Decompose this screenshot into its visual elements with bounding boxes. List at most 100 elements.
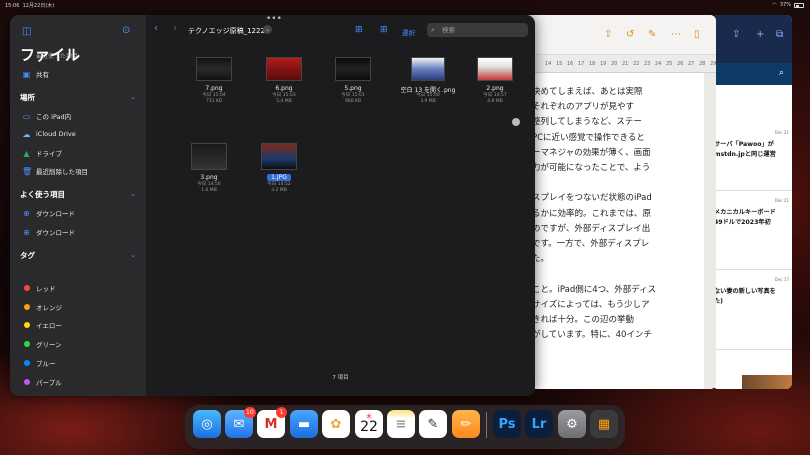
file-thumbnail[interactable] [477,57,513,81]
multitasking-handle-icon[interactable]: ••• [266,15,282,24]
share-icon[interactable]: ⇪ [732,29,740,40]
sidebar-item-tag[interactable]: ブルー [22,357,56,369]
file-name[interactable]: 5.png [318,85,388,92]
file-meta: 今日 15:00 3.9 MB [416,93,440,104]
document-icon[interactable]: ▯ [694,29,700,40]
folder-title[interactable]: テクノエッジ原稿_1222 [188,26,265,36]
editor-window[interactable]: ⇪ ↺ ✎ ⋯ ▯ 14 15 16 17 18 19 20 21 22 23 24 25 26 27 28… [520,15,716,389]
back-icon[interactable]: ‹ [154,23,158,34]
sidebar-item-label: レッド [36,285,56,293]
editor-toolbar: ⇪ ↺ ✎ ⋯ ▯ [520,15,716,55]
sidebar-item-trash[interactable]: 🗑 最近削除した項目 [22,165,88,177]
lightroom-icon[interactable]: Lr [525,410,553,438]
photos-icon[interactable]: ✿ [322,410,350,438]
chevron-down-icon[interactable]: ⌄ [130,93,136,101]
file-meta: 今日 14:56 1.6 MB [197,182,221,193]
app-title: ファイル [20,46,81,64]
sidebar-item-tag[interactable]: レッド [22,282,56,294]
sidebar-item-label: ドライブ [36,150,62,158]
app-library-icon[interactable]: ▦ [590,410,618,438]
ipad-icon: ▭ [22,111,31,121]
settings-icon[interactable]: ⚙ [558,410,586,438]
sidebar-item-label: この iPad内 [36,113,72,121]
forward-icon[interactable]: › [173,23,177,34]
sidebar-item-drive[interactable]: ▲ ドライブ [22,147,62,159]
files-app-icon[interactable]: ▬ [290,410,318,438]
tabs-icon[interactable]: ⧉ [776,29,783,40]
file-name[interactable]: 7.png [179,85,249,92]
share-icon[interactable]: ⇪ [604,29,612,40]
tag-color-icon [23,303,30,310]
assistive-touch-icon[interactable] [512,118,520,126]
tag-color-icon [23,378,30,385]
pen-icon[interactable]: ✎ [648,29,656,40]
web-window[interactable]: ⇪ + ⧉ ⌕ Dec 21 サーバ「Pawoo」が mstdn.jpと同じ運営 … [712,15,792,389]
undo-icon[interactable]: ↺ [626,29,634,40]
search-input[interactable]: ⌕ 検索 [427,23,528,37]
sidebar-item-downloads[interactable]: ⊕ ダウンロード [22,226,75,238]
sidebar-item-downloads[interactable]: ⊕ ダウンロード [22,207,75,219]
document-line: 決めてしまえば、あとは実際 [532,87,643,97]
web-navbar: ⌕ [712,63,792,85]
file-meta: 今日 14:57 4.8 MB [483,93,507,104]
photoshop-icon[interactable]: Ps [493,410,521,438]
file-thumbnail[interactable] [191,143,227,170]
icloud-icon: ☁ [22,129,31,139]
file-thumbnail[interactable] [196,57,232,81]
sidebar-item-ipad[interactable]: ▭ この iPad内 [22,110,71,122]
more-icon[interactable]: ⋯ [671,29,681,40]
status-bar: 15:06 12月22日(木) ◠ 37% [0,0,810,10]
pencil-app-icon[interactable]: ✏ [452,410,480,438]
search-icon[interactable]: ⌕ [779,68,784,78]
chevron-down-icon[interactable]: ⌄ [130,190,136,198]
ruler-tick: 23 [644,61,651,67]
files-main: ‹ › テクノエッジ原稿_1222 ⌄ ⊞ ⊞ 選択 ⌕ 検索 7.png 今日 … [146,15,535,396]
safari-icon[interactable]: ◎ [193,410,221,438]
ruler-tick: 14 [545,61,552,67]
file-thumbnail[interactable] [411,57,445,81]
new-folder-icon[interactable]: ⊞ [355,25,363,35]
sidebar-item-tag[interactable]: グリーン [22,338,62,350]
files-window[interactable]: ◫ ⊙ 最近使った項目 ファイル ▣ 共有 場所 ⌄ ▭ この iPad内 ☁ … [10,15,535,396]
sidebar-item-shared[interactable]: ▣ 共有 [22,68,49,80]
plus-icon[interactable]: + [756,29,764,40]
notes-icon[interactable]: ≡ [387,410,415,438]
ruler-tick: 15 [556,61,563,67]
grid-view-icon[interactable]: ⊞ [380,25,388,35]
chevron-down-icon[interactable]: ⌄ [130,251,136,259]
file-name[interactable]: 6.png [249,85,319,92]
file-thumbnail[interactable] [266,57,302,81]
divider [712,349,792,350]
tag-color-icon [23,285,30,291]
file-thumbnail[interactable] [261,143,297,170]
sidebar-item-tag[interactable]: イエロー [22,319,62,331]
sidebar-item-tag[interactable]: パープル [22,376,62,388]
sidebar-toggle-icon[interactable]: ◫ [22,26,31,37]
divider [712,190,792,191]
ruler-tick: 21 [622,61,629,67]
ruler-tick: 17 [578,61,585,67]
sidebar-item-label: ブルー [36,359,56,368]
wifi-icon: ◠ [772,2,777,8]
more-options-icon[interactable]: ⊙ [122,25,130,36]
file-name[interactable]: 3.png [174,174,244,181]
file-name[interactable]: 2.png [460,85,530,92]
goodnotes-icon[interactable]: ✎ [419,410,447,438]
select-button[interactable]: 選択 [402,27,415,37]
section-header-favorites: よく使う項目 [20,190,65,199]
thumbnail-image [742,375,792,389]
google-drive-icon: ▲ [23,148,30,158]
notification-badge: 1 [276,407,287,418]
file-thumbnail[interactable] [335,57,371,81]
ruler-tick: 19 [600,61,607,67]
sidebar-item-icloud[interactable]: ☁ iCloud Drive [22,128,76,140]
sidebar-item-label: iCloud Drive [36,130,76,138]
divider [712,269,792,270]
calendar-icon[interactable]: 木 22 [355,410,383,438]
sidebar-item-label: グリーン [36,341,62,350]
sidebar-item-tag[interactable]: オレンジ [22,301,62,313]
file-name[interactable]: 1.JPG [244,174,314,181]
document-line: るかに効率的。これまでは、原 [532,208,652,219]
sidebar-item-tag[interactable]: グレイ [22,394,56,396]
chevron-down-icon[interactable]: ⌄ [263,25,272,34]
